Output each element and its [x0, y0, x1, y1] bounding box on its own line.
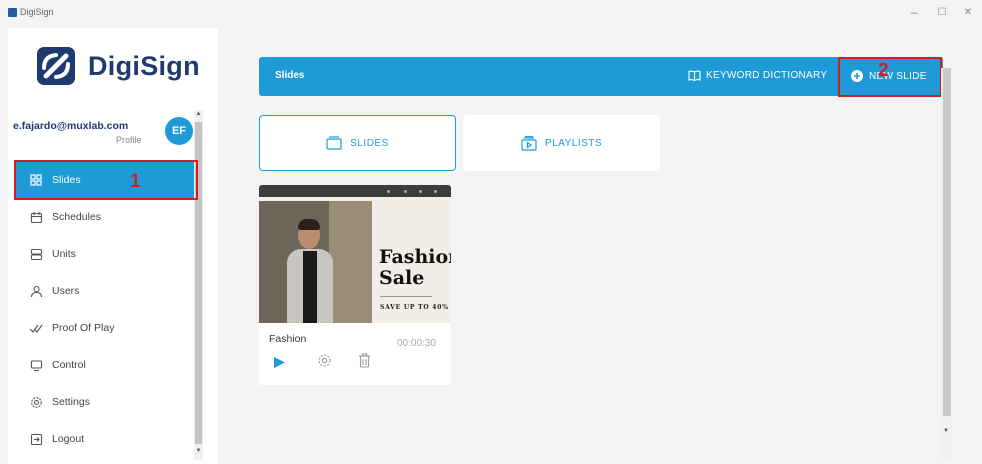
minimize-button[interactable]: –: [904, 5, 924, 19]
sidebar-item-label: Proof Of Play: [52, 322, 115, 334]
scroll-up-arrow[interactable]: ▲: [194, 111, 203, 117]
playlist-icon: [521, 135, 537, 151]
digisign-logo: DigiSign: [36, 46, 200, 86]
close-button[interactable]: ✕: [958, 7, 978, 18]
thumbnail-headline: Fashion Sale: [379, 246, 451, 289]
annotation-box-2: [838, 57, 942, 97]
sidebar-item-label: Logout: [52, 433, 85, 445]
sidebar-item-control[interactable]: Control: [16, 347, 194, 383]
annotation-marker-1: 1: [130, 171, 141, 192]
slide-name: Fashion: [269, 333, 307, 345]
sidebar-item-label: Schedules: [52, 211, 102, 223]
slide-thumbnail[interactable]: Fashion Sale SAVE UP TO 40%: [259, 185, 451, 323]
main-scroll-thumb[interactable]: [943, 68, 951, 416]
user-email: e.fajardo@muxlab.com: [13, 120, 129, 132]
thumbnail-subtext: SAVE UP TO 40%: [380, 304, 449, 311]
sidebar-item-proof-of-play[interactable]: Proof Of Play: [16, 310, 194, 346]
logo-text: DigiSign: [88, 50, 200, 81]
sidebar-item-label: Control: [52, 359, 86, 371]
tab-slides-label: SLIDES: [350, 137, 389, 149]
sidebar-item-units[interactable]: Units: [16, 236, 194, 272]
thumbnail-photo: [259, 201, 372, 323]
check-icon: [28, 320, 44, 336]
page-title: Slides: [275, 70, 305, 81]
tab-playlists[interactable]: PLAYLISTS: [463, 115, 660, 171]
scroll-down-arrow[interactable]: ▼: [194, 448, 203, 454]
window-title: DigiSign: [20, 7, 54, 17]
gear-icon[interactable]: [317, 353, 332, 373]
sidebar: DigiSign e.fajardo@muxlab.com Profile EF…: [8, 28, 218, 464]
sidebar-item-label: Units: [52, 248, 76, 260]
app-icon: [8, 8, 17, 17]
slide-card[interactable]: Fashion Sale SAVE UP TO 40% Fashion 00:0…: [259, 185, 451, 385]
user-icon: [28, 283, 44, 299]
title-bar: DigiSign – ☐ ✕: [0, 0, 982, 28]
sidebar-item-label: Settings: [52, 396, 90, 408]
play-icon[interactable]: [273, 356, 286, 374]
maximize-button[interactable]: ☐: [932, 7, 952, 18]
book-icon: [688, 70, 701, 81]
tab-playlists-label: PLAYLISTS: [544, 137, 603, 149]
tab-slides[interactable]: SLIDES: [259, 115, 456, 171]
trash-icon[interactable]: [358, 353, 371, 373]
calendar-icon: [28, 209, 44, 225]
gear-icon: [28, 394, 44, 410]
profile-link[interactable]: Profile: [116, 135, 142, 145]
slides-icon: [326, 136, 342, 150]
sidebar-item-label: Users: [52, 285, 80, 297]
slide-duration: 00:00:30: [397, 338, 436, 349]
sidebar-item-users[interactable]: Users: [16, 273, 194, 309]
keyword-dictionary-button[interactable]: KEYWORD DICTIONARY: [688, 70, 827, 81]
sidebar-item-settings[interactable]: Settings: [16, 384, 194, 420]
sidebar-item-schedules[interactable]: Schedules: [16, 199, 194, 235]
digisign-logo-icon: [37, 47, 75, 85]
avatar[interactable]: EF: [165, 117, 193, 145]
annotation-marker-2: 2: [878, 60, 889, 81]
scroll-down-arrow[interactable]: ▼: [941, 428, 951, 434]
logout-icon: [28, 431, 44, 447]
annotation-box-1: [14, 160, 198, 200]
monitor-icon: [28, 357, 44, 373]
sidebar-item-logout[interactable]: Logout: [16, 421, 194, 457]
thumbnail-toolbar: [259, 185, 451, 197]
server-icon: [28, 246, 44, 262]
keyword-dictionary-label: KEYWORD DICTIONARY: [706, 70, 828, 81]
main-scrollbar[interactable]: ▼: [941, 68, 951, 460]
